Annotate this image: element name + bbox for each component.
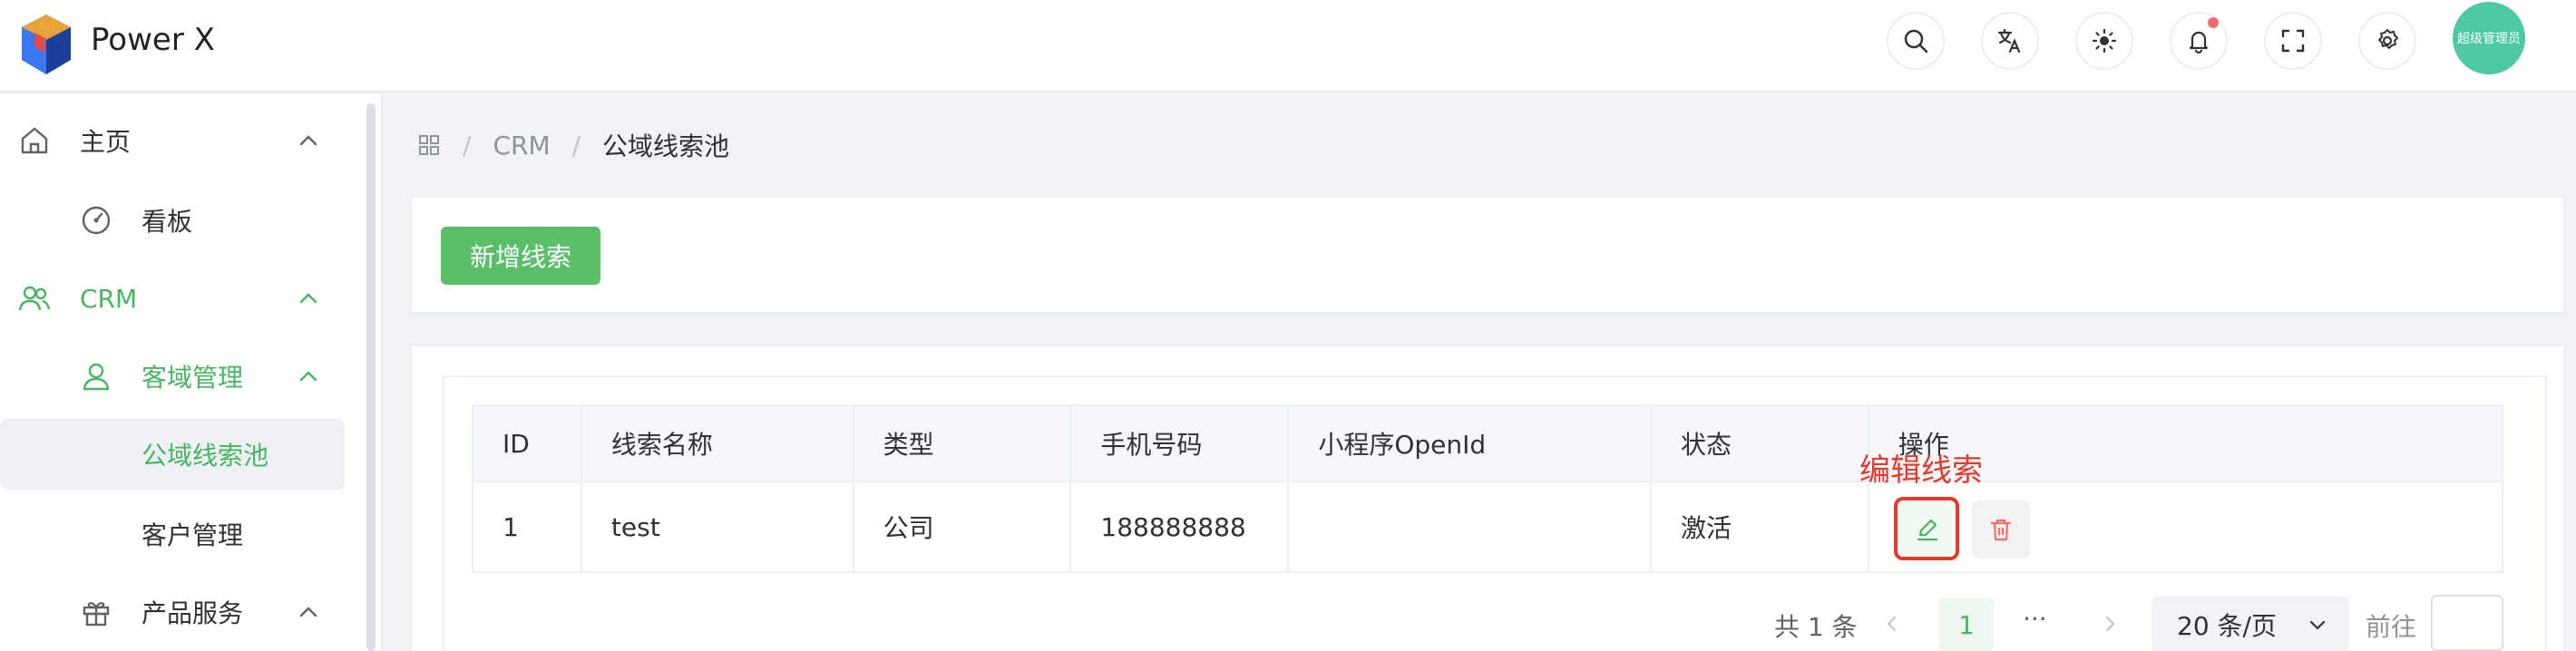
search-button[interactable]: [1887, 12, 1945, 70]
annotation-highlight-box: [1894, 497, 1959, 560]
breadcrumb-separator: /: [463, 130, 472, 160]
pagination-total: 共 1 条: [1774, 612, 1858, 642]
sidebar-divider: [381, 94, 383, 651]
table-row: 1 test 公司 188888888 激活: [472, 481, 2504, 573]
users-icon: [18, 286, 51, 311]
sidebar-item-home[interactable]: 主页: [0, 105, 345, 176]
delete-lead-button[interactable]: [1972, 500, 2030, 559]
column-header-phone: 手机号码: [1069, 404, 1290, 482]
chevron-up-icon: [299, 135, 317, 146]
leads-table: ID 线索名称 类型 手机号码 小程序OpenId 状态 操作 1 test 公…: [472, 404, 2504, 573]
gear-icon: [2378, 29, 2398, 49]
chevron-up-icon: [299, 607, 317, 617]
cell-openid: [1287, 481, 1652, 573]
chevron-right-icon[interactable]: [2099, 613, 2121, 635]
sidebar-item-public-leads[interactable]: 公域线索池: [0, 419, 345, 490]
trash-icon: [1990, 519, 2012, 541]
annotation-label: 编辑线索: [1859, 452, 1983, 489]
page-size-value: 20 条/页: [2177, 611, 2277, 641]
bell-icon: [2189, 31, 2209, 54]
chevron-left-icon[interactable]: [1881, 613, 1903, 635]
add-lead-button[interactable]: 新增线索: [441, 227, 600, 285]
app-root: Power X 超级管理员 主页 看板 CRM 客域管理 公域线索池 客户管理 …: [0, 0, 2576, 651]
cell-id: 1: [472, 481, 582, 573]
pagination-ellipsis[interactable]: ···: [2023, 604, 2047, 634]
page-size-select[interactable]: 20 条/页: [2152, 597, 2349, 651]
table-header-row: ID 线索名称 类型 手机号码 小程序OpenId 状态 操作: [472, 404, 2504, 482]
sidebar-item-product-service[interactable]: 产品服务: [0, 577, 345, 647]
column-header-id: ID: [472, 404, 582, 482]
cell-name: test: [580, 481, 854, 573]
chevron-down-icon: [2309, 620, 2326, 630]
dashboard-icon: [82, 206, 111, 235]
sidebar-item-label: 看板: [141, 207, 193, 237]
breadcrumb-separator: /: [571, 130, 581, 160]
sidebar-item-label: 产品服务: [141, 598, 244, 628]
language-button[interactable]: [1981, 12, 2039, 70]
column-header-type: 类型: [852, 404, 1072, 482]
sidebar-item-customer-domain[interactable]: 客域管理: [0, 341, 345, 412]
pagination-goto-input[interactable]: [2431, 595, 2503, 651]
logo-icon: [22, 15, 71, 74]
fullscreen-icon: [2281, 29, 2305, 53]
cell-actions: [1867, 481, 2504, 573]
breadcrumb: / CRM / 公域线索池: [417, 127, 729, 163]
top-header: Power X 超级管理员: [0, 0, 2576, 92]
sidebar-item-dashboard[interactable]: 看板: [0, 185, 345, 256]
sidebar-scrollbar[interactable]: [366, 103, 376, 651]
sidebar-item-crm[interactable]: CRM: [0, 263, 345, 334]
translate-icon: [1997, 28, 2021, 53]
search-icon: [1904, 29, 1928, 53]
notifications-button[interactable]: [2170, 12, 2228, 70]
chevron-up-icon: [299, 293, 317, 304]
pagination-goto-label: 前往: [2366, 612, 2417, 642]
column-header-openid: 小程序OpenId: [1287, 404, 1652, 482]
settings-button[interactable]: [2358, 12, 2416, 70]
theme-toggle-button[interactable]: [2075, 12, 2133, 70]
breadcrumb-item-crm[interactable]: CRM: [493, 131, 550, 160]
app-title: Power X: [91, 22, 215, 58]
notification-dot: [2208, 17, 2219, 28]
sidebar-item-label: 客户管理: [141, 520, 244, 550]
grid-icon[interactable]: [417, 133, 441, 157]
theme-sun-icon: [2092, 28, 2117, 53]
pagination-page-current[interactable]: 1: [1939, 598, 1994, 651]
user-icon: [83, 363, 110, 391]
sidebar-item-label: 客域管理: [141, 363, 244, 393]
sidebar-item-label: 主页: [80, 127, 132, 157]
cell-type: 公司: [852, 481, 1072, 573]
chevron-up-icon: [299, 371, 317, 382]
toolbar-card: [410, 196, 2565, 314]
sidebar: 主页 看板 CRM 客域管理 公域线索池 客户管理 产品服务: [0, 94, 381, 651]
cell-phone: 188888888: [1069, 481, 1290, 573]
fullscreen-button[interactable]: [2264, 12, 2322, 70]
sidebar-item-customer-management[interactable]: 客户管理: [0, 499, 345, 569]
breadcrumb-item-current: 公域线索池: [602, 131, 730, 161]
column-header-status: 状态: [1650, 404, 1869, 482]
sidebar-item-label: CRM: [80, 283, 138, 314]
gift-icon: [83, 602, 110, 627]
cell-status: 激活: [1650, 481, 1869, 573]
avatar[interactable]: 超级管理员: [2453, 2, 2525, 74]
sidebar-item-label: 公域线索池: [141, 441, 269, 471]
column-header-name: 线索名称: [580, 404, 854, 482]
home-icon: [21, 127, 48, 154]
